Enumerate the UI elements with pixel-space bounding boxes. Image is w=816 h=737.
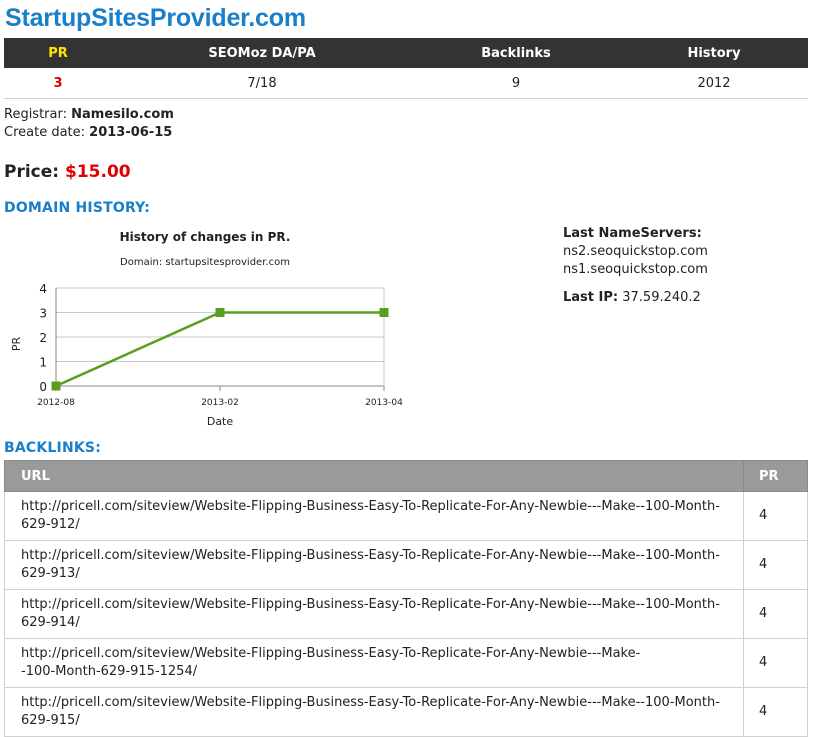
site-title[interactable]: StartupSitesProvider.com [5, 4, 306, 33]
backlinks-header-url[interactable]: URL [4, 460, 744, 492]
price-label: Price: [4, 162, 60, 182]
chart-x-axis-title: Date [207, 415, 234, 428]
table-row: http://pricell.com/siteview/Website-Flip… [4, 491, 808, 541]
create-date-label: Create date: [4, 125, 86, 140]
chart-xtick-label: 2013-04 [365, 398, 403, 408]
summary-header-history: History [620, 38, 808, 68]
backlink-url[interactable]: http://pricell.com/siteview/Website-Flip… [4, 491, 744, 541]
backlinks-table: URL PR http://pricell.com/siteview/Websi… [4, 460, 808, 737]
price-line: Price: $15.00 [4, 162, 131, 182]
summary-value-pr: 3 [4, 68, 112, 99]
domain-history-heading: DOMAIN HISTORY: [4, 200, 151, 216]
chart-xtick-label: 2012-08 [37, 398, 75, 408]
chart-subtitle: Domain: startupsitesprovider.com [120, 257, 290, 268]
registrar-line: Registrar: Namesilo.com [4, 107, 174, 122]
summary-header-backlinks: Backlinks [412, 38, 620, 68]
summary-header-seomoz: SEOMoz DA/PA [112, 38, 412, 68]
table-row: http://pricell.com/siteview/Website-Flip… [4, 687, 808, 737]
last-ip-label: Last IP: [563, 290, 619, 305]
backlinks-heading: BACKLINKS: [4, 440, 102, 456]
create-date-value: 2013-06-15 [89, 125, 173, 140]
last-ip-line: Last IP: 37.59.240.2 [563, 289, 708, 307]
summary-header-pr: PR [4, 38, 112, 68]
backlink-pr: 4 [743, 540, 808, 590]
backlink-pr: 4 [743, 589, 808, 639]
summary-value-seomoz: 7/18 [112, 68, 412, 99]
pr-history-chart: History of changes in PR. Domain: startup… [10, 230, 403, 428]
create-date-line: Create date: 2013-06-15 [4, 125, 172, 140]
backlinks-header-row: URL PR [4, 460, 808, 492]
backlinks-header-pr[interactable]: PR [743, 460, 808, 492]
summary-value-row: 3 7/18 9 2012 [4, 68, 808, 99]
backlink-url[interactable]: http://pricell.com/siteview/Website-Flip… [4, 687, 744, 737]
summary-header-row: PR SEOMoz DA/PA Backlinks History [4, 38, 808, 68]
table-row: http://pricell.com/siteview/Website-Flip… [4, 638, 808, 688]
registrar-label: Registrar: [4, 107, 67, 122]
backlink-pr: 4 [743, 638, 808, 688]
backlink-pr: 4 [743, 491, 808, 541]
chart-data-point [379, 308, 389, 317]
chart-ytick-label: 1 [39, 356, 47, 370]
dns-info: Last NameServers: ns2.seoquickstop.com n… [563, 225, 708, 307]
registrar-value: Namesilo.com [71, 107, 174, 122]
last-ip-value: 37.59.240.2 [622, 290, 701, 305]
summary-value-backlinks: 9 [412, 68, 620, 99]
chart-y-axis-title: PR [10, 337, 23, 352]
price-value: $15.00 [65, 162, 131, 182]
chart-ytick-label: 0 [39, 380, 47, 394]
backlink-url[interactable]: http://pricell.com/siteview/Website-Flip… [4, 540, 744, 590]
chart-xtick-label: 2013-02 [201, 398, 239, 408]
chart-ytick-label: 2 [39, 331, 47, 345]
nameserver-item: ns1.seoquickstop.com [563, 262, 708, 277]
nameserver-item: ns2.seoquickstop.com [563, 244, 708, 259]
chart-data-point [215, 308, 225, 317]
nameservers-label: Last NameServers: [563, 226, 702, 241]
chart-ytick-label: 3 [39, 307, 47, 321]
chart-title: History of changes in PR. [120, 230, 291, 244]
summary-table: PR SEOMoz DA/PA Backlinks History 3 7/18… [4, 38, 808, 99]
table-row: http://pricell.com/siteview/Website-Flip… [4, 589, 808, 639]
backlink-url[interactable]: http://pricell.com/siteview/Website-Flip… [4, 638, 744, 688]
chart-ytick-label: 4 [39, 282, 47, 296]
backlink-pr: 4 [743, 687, 808, 737]
summary-value-history: 2012 [620, 68, 808, 99]
table-row: http://pricell.com/siteview/Website-Flip… [4, 540, 808, 590]
chart-series-line [55, 311, 384, 388]
backlink-url[interactable]: http://pricell.com/siteview/Website-Flip… [4, 589, 744, 639]
chart-data-point [51, 381, 61, 391]
